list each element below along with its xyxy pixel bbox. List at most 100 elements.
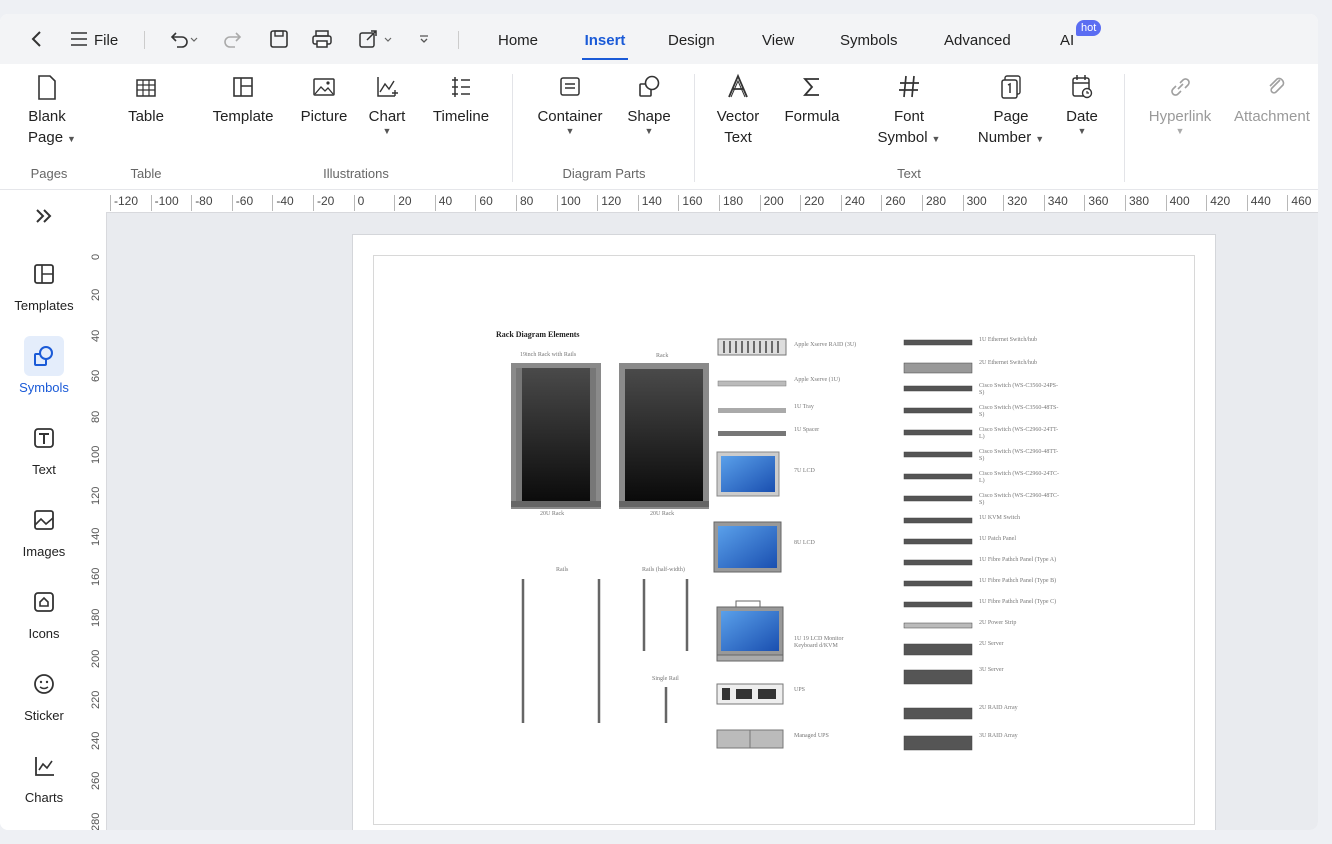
redo-icon[interactable] <box>222 28 244 50</box>
rack-device[interactable] <box>903 429 973 436</box>
device-label: Cisco Switch (WS-C2960-24TT-L) <box>979 427 1059 440</box>
device-label: Apple Xserve RAID (3U) <box>794 342 857 348</box>
ribbon-separator <box>1124 74 1125 182</box>
sidebar-item-templates[interactable]: Templates <box>0 254 88 313</box>
attachment-button[interactable]: Attachment <box>1234 72 1318 127</box>
ruler-tick-label: 160 <box>90 568 102 587</box>
collapse-sidebar-button[interactable] <box>0 208 88 227</box>
device-label: 1U Fibre Pathch Panel (Type A) <box>979 557 1057 563</box>
rack-device[interactable] <box>903 643 973 656</box>
rack-device[interactable] <box>903 339 973 346</box>
ruler-corner <box>88 190 106 212</box>
tab-insert[interactable]: Insert <box>582 14 628 64</box>
more-icon[interactable] <box>416 28 432 50</box>
rack-with-rails[interactable] <box>511 363 601 509</box>
table-button[interactable]: Table <box>122 72 170 127</box>
font-symbol-button[interactable]: Font Symbol ▼ <box>868 72 950 150</box>
undo-icon[interactable] <box>168 28 202 50</box>
device-label: Cisco Switch (WS-C2960-24TC-L) <box>979 471 1059 484</box>
picture-button[interactable]: Picture <box>296 72 352 127</box>
template-button[interactable]: Template <box>206 72 280 127</box>
rack-device[interactable] <box>903 473 973 480</box>
rack-device[interactable] <box>903 495 973 502</box>
rack-diagram[interactable] <box>374 256 1194 824</box>
rack-device[interactable] <box>903 601 973 608</box>
save-icon[interactable] <box>268 28 290 50</box>
device-label: UPS <box>794 687 806 693</box>
chart-button[interactable]: Chart ▼ <box>364 72 410 136</box>
container-label: Container <box>537 108 603 125</box>
lcd-8u[interactable] <box>713 521 782 573</box>
lcd-7u[interactable] <box>716 451 780 497</box>
chart-icon <box>377 77 398 97</box>
diagram-page[interactable]: Rack Diagram Elements 19inch Rack with R… <box>352 234 1216 830</box>
tab-view[interactable]: View <box>762 14 794 64</box>
apple-xserve-raid[interactable] <box>717 338 787 356</box>
timeline-button[interactable]: Timeline <box>426 72 496 127</box>
rack-device[interactable] <box>903 669 973 685</box>
rack-device[interactable] <box>903 559 973 566</box>
rack-device[interactable] <box>903 385 973 392</box>
rack-device[interactable] <box>903 362 973 374</box>
drawing-canvas[interactable]: Rack Diagram Elements 19inch Rack with R… <box>107 213 1318 830</box>
page-number-button[interactable]: Page Number ▼ <box>966 72 1056 150</box>
vector-text-label-2: Text <box>724 129 752 146</box>
double-chevron-right-icon <box>36 209 52 223</box>
export-icon[interactable] <box>358 28 396 50</box>
rails-half-width[interactable] <box>642 579 689 651</box>
rack-device[interactable] <box>903 622 973 629</box>
hamburger-menu-icon[interactable] <box>68 28 90 50</box>
lcd-monitor-keyboard-kvm[interactable] <box>716 600 784 662</box>
tab-advanced[interactable]: Advanced <box>944 14 1011 64</box>
sidebar-item-charts[interactable]: Charts <box>0 746 88 805</box>
sidebar-item-images[interactable]: Images <box>0 500 88 559</box>
ruler-tick-label: 440 <box>1246 195 1271 211</box>
rack-device[interactable] <box>903 407 973 414</box>
back-icon[interactable] <box>26 28 46 50</box>
rails[interactable] <box>521 579 601 723</box>
print-icon[interactable] <box>310 28 334 50</box>
spacer-1u[interactable] <box>718 431 786 436</box>
page-number-label-1: Page <box>993 108 1029 125</box>
ruler-tick-label: 220 <box>90 690 102 709</box>
vector-text-icon <box>728 73 748 98</box>
tab-symbols[interactable]: Symbols <box>840 14 898 64</box>
shape-button[interactable]: Shape ▼ <box>622 72 676 136</box>
formula-button[interactable]: Formula <box>780 72 844 127</box>
apple-xserve[interactable] <box>717 380 787 387</box>
rack-device[interactable] <box>903 538 973 545</box>
device-label: 1U Spacer <box>794 427 820 433</box>
tab-home[interactable]: Home <box>498 14 538 64</box>
rails-half-label: Rails (half-width) <box>642 567 685 573</box>
blank-page-button[interactable]: Blank Page ▼ <box>28 72 76 150</box>
rack2-bottom-label: 20U Rack <box>650 511 675 517</box>
date-button[interactable]: Date ▼ <box>1062 72 1102 136</box>
rack-device[interactable] <box>903 580 973 587</box>
ruler-tick-label: 280 <box>922 195 946 211</box>
tab-design[interactable]: Design <box>668 14 715 64</box>
ruler-tick-label: 260 <box>90 772 102 791</box>
sidebar-item-icons[interactable]: Icons <box>0 582 88 641</box>
rack-device[interactable] <box>903 735 973 751</box>
ups[interactable] <box>716 683 784 705</box>
sidebar-item-sticker[interactable]: Sticker <box>0 664 88 723</box>
diagram-title: Rack Diagram Elements <box>496 330 580 339</box>
rack-device[interactable] <box>903 707 973 720</box>
hyperlink-button[interactable]: Hyperlink ▼ <box>1142 72 1218 136</box>
rack-device[interactable] <box>903 451 973 458</box>
rack[interactable] <box>619 363 709 509</box>
vector-text-button[interactable]: Vector Text <box>712 72 764 148</box>
file-menu[interactable]: File <box>94 14 118 64</box>
tray-1u[interactable] <box>718 408 786 413</box>
attachment-label: Attachment <box>1234 108 1310 125</box>
managed-ups[interactable] <box>716 729 784 749</box>
tab-ai[interactable]: AI <box>1060 14 1074 64</box>
container-button[interactable]: Container ▼ <box>532 72 608 136</box>
sidebar-item-text[interactable]: Text <box>0 418 88 477</box>
ruler-tick-label: 460 <box>1287 195 1311 211</box>
rack-device[interactable] <box>903 517 973 524</box>
sidebar-item-symbols[interactable]: Symbols <box>0 336 88 395</box>
chevron-down-icon: ▼ <box>1035 134 1045 144</box>
right-device-list[interactable] <box>903 339 973 751</box>
hash-icon <box>899 75 919 98</box>
